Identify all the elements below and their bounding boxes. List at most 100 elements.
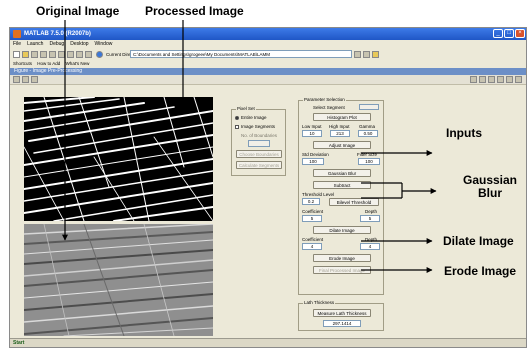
adjust-image-button[interactable]: Adjust Image [313, 141, 371, 149]
callout-gaussian-blur: Gaussian Blur [462, 173, 518, 200]
image-segments-checkbox[interactable] [235, 125, 239, 129]
select-segment-label: Select Segment [313, 105, 345, 110]
callout-processed-image: Processed Image [145, 4, 244, 18]
gamma-field[interactable]: 0.50 [358, 130, 378, 137]
menu-debug[interactable]: Debug [49, 41, 64, 47]
pixel-set-title: Pixel Set [236, 106, 256, 111]
new-file-icon[interactable] [13, 51, 20, 58]
lath-thickness-title: Lath Thickness [303, 300, 336, 305]
select-segment-field[interactable] [359, 104, 379, 110]
pointer-icon[interactable] [13, 76, 20, 83]
minimize-icon[interactable]: _ [493, 29, 503, 38]
choose-boundaries-button[interactable]: Choose Boundaries [236, 150, 282, 158]
copy-icon[interactable] [40, 51, 47, 58]
current-directory-field[interactable]: C:\Documents and Settings\grogeee\My Doc… [130, 50, 352, 58]
title-bar: MATLAB 7.5.0 (R2007b) _ □ × [10, 28, 526, 40]
high-input-label: High Input [329, 124, 350, 129]
histogram-plot-button[interactable]: Histogram Plot [313, 113, 371, 121]
pixel-set-panel: Pixel Set Entire Image Image Segments No… [231, 106, 286, 176]
filter-size-field[interactable]: 100 [358, 158, 380, 165]
shortcuts-link[interactable]: Shortcuts [13, 61, 32, 66]
close-figure-icon[interactable] [515, 76, 522, 83]
entire-image-radio[interactable] [235, 116, 239, 120]
calculate-segments-button[interactable]: Calculate Segments [236, 161, 282, 169]
depth2-field[interactable]: 4 [360, 243, 380, 250]
tile-icon[interactable] [470, 76, 477, 83]
callout-erode-image: Erode Image [444, 264, 517, 278]
measure-lath-thickness-button[interactable]: Measure Lath Thickness [313, 309, 371, 317]
window-title: MATLAB 7.5.0 (R2007b) [24, 31, 91, 37]
paste-icon[interactable] [49, 51, 56, 58]
parameter-selection-title: Parameter Selection [303, 97, 346, 102]
maximize-icon[interactable]: □ [504, 29, 514, 38]
high-input-field[interactable]: 213 [330, 130, 350, 137]
menu-desktop[interactable]: Desktop [70, 41, 88, 47]
lath-thickness-value: 297.1414 [323, 320, 361, 327]
profiler-icon[interactable] [85, 51, 92, 58]
how-to-add-link[interactable]: How to Add [37, 61, 60, 66]
menu-bar: File Launch Debug Desktop Window [10, 40, 526, 49]
low-input-field[interactable]: 10 [302, 130, 322, 137]
whats-new-link[interactable]: What's New [66, 61, 90, 66]
subtract-button[interactable]: Subtract [313, 181, 371, 189]
menu-window[interactable]: Window [95, 41, 113, 47]
callout-inputs: Inputs [446, 126, 482, 140]
processed-image [24, 97, 213, 221]
depth2-label: Depth [365, 237, 378, 242]
start-button[interactable]: Start [13, 340, 24, 346]
bilevel-threshold-button[interactable]: Bilevel Threshold [329, 198, 379, 206]
browse-icon[interactable] [363, 51, 370, 58]
guide-icon[interactable] [76, 51, 83, 58]
figure-title-bar: Figure - Image Pre-Processing [10, 68, 526, 75]
depth-label: Depth [365, 209, 378, 214]
filter-size-label: Filter Size [357, 152, 378, 157]
dock-icon[interactable] [488, 76, 495, 83]
matlab-screenshot: MATLAB 7.5.0 (R2007b) _ □ × File Launch De… [9, 27, 527, 348]
close-icon[interactable]: × [515, 29, 525, 38]
low-input-label: Low Input [302, 124, 322, 129]
coefficient-label: Coefficient [302, 209, 324, 214]
entire-image-label: Entire Image [241, 115, 267, 120]
simulink-icon[interactable] [67, 51, 74, 58]
std-deviation-label: Std Deviation [302, 152, 329, 157]
float-icon[interactable] [497, 76, 504, 83]
matlab-logo-icon [13, 30, 21, 38]
callout-original-image: Original Image [36, 4, 120, 18]
callout-dilate-image: Dilate Image [443, 234, 514, 248]
gamma-label: Gamma [359, 124, 376, 129]
std-deviation-field[interactable]: 100 [302, 158, 324, 165]
undo-icon[interactable] [58, 51, 65, 58]
boundaries-label: No. of Boundaries [241, 133, 278, 138]
dilate-image-button[interactable]: Dilate Image [313, 226, 371, 234]
directory-dropdown-icon[interactable] [354, 51, 361, 58]
restore-icon[interactable] [506, 76, 513, 83]
gaussian-blur-button[interactable]: Gaussian Blur [313, 169, 371, 177]
final-processed-image-button[interactable]: Final Processed Image [313, 266, 371, 274]
open-folder-icon[interactable] [22, 51, 29, 58]
cut-icon[interactable] [31, 51, 38, 58]
original-image [24, 224, 213, 336]
menu-file[interactable]: File [13, 41, 21, 47]
split-icon[interactable] [479, 76, 486, 83]
toolbar: Current Directory: C:\Documents and Sett… [10, 49, 526, 60]
coefficient2-field[interactable]: 4 [302, 243, 322, 250]
figure-title: Figure - Image Pre-Processing [14, 68, 83, 74]
shortcuts-bar: Shortcuts How to Add What's New [10, 60, 526, 68]
threshold-level-field[interactable]: 0.2 [302, 198, 320, 205]
help-icon[interactable] [96, 51, 103, 58]
processed-image-texture [24, 97, 213, 221]
menu-launch[interactable]: Launch [27, 41, 43, 47]
figure-toolbar [10, 75, 526, 85]
zoom-out-icon[interactable] [31, 76, 38, 83]
erode-image-button[interactable]: Erode Image [313, 254, 371, 262]
coefficient2-label: Coefficient [302, 237, 324, 242]
lath-thickness-panel: Lath Thickness Measure Lath Thickness 29… [298, 300, 384, 331]
boundaries-field[interactable] [248, 140, 270, 147]
parameter-selection-panel: Parameter Selection Select Segment Histo… [298, 97, 384, 295]
depth-field[interactable]: 5 [360, 215, 380, 222]
zoom-in-icon[interactable] [22, 76, 29, 83]
status-bar: Start [10, 338, 526, 347]
original-image-texture [24, 224, 213, 336]
coefficient-field[interactable]: 5 [302, 215, 322, 222]
up-folder-icon[interactable] [372, 51, 379, 58]
